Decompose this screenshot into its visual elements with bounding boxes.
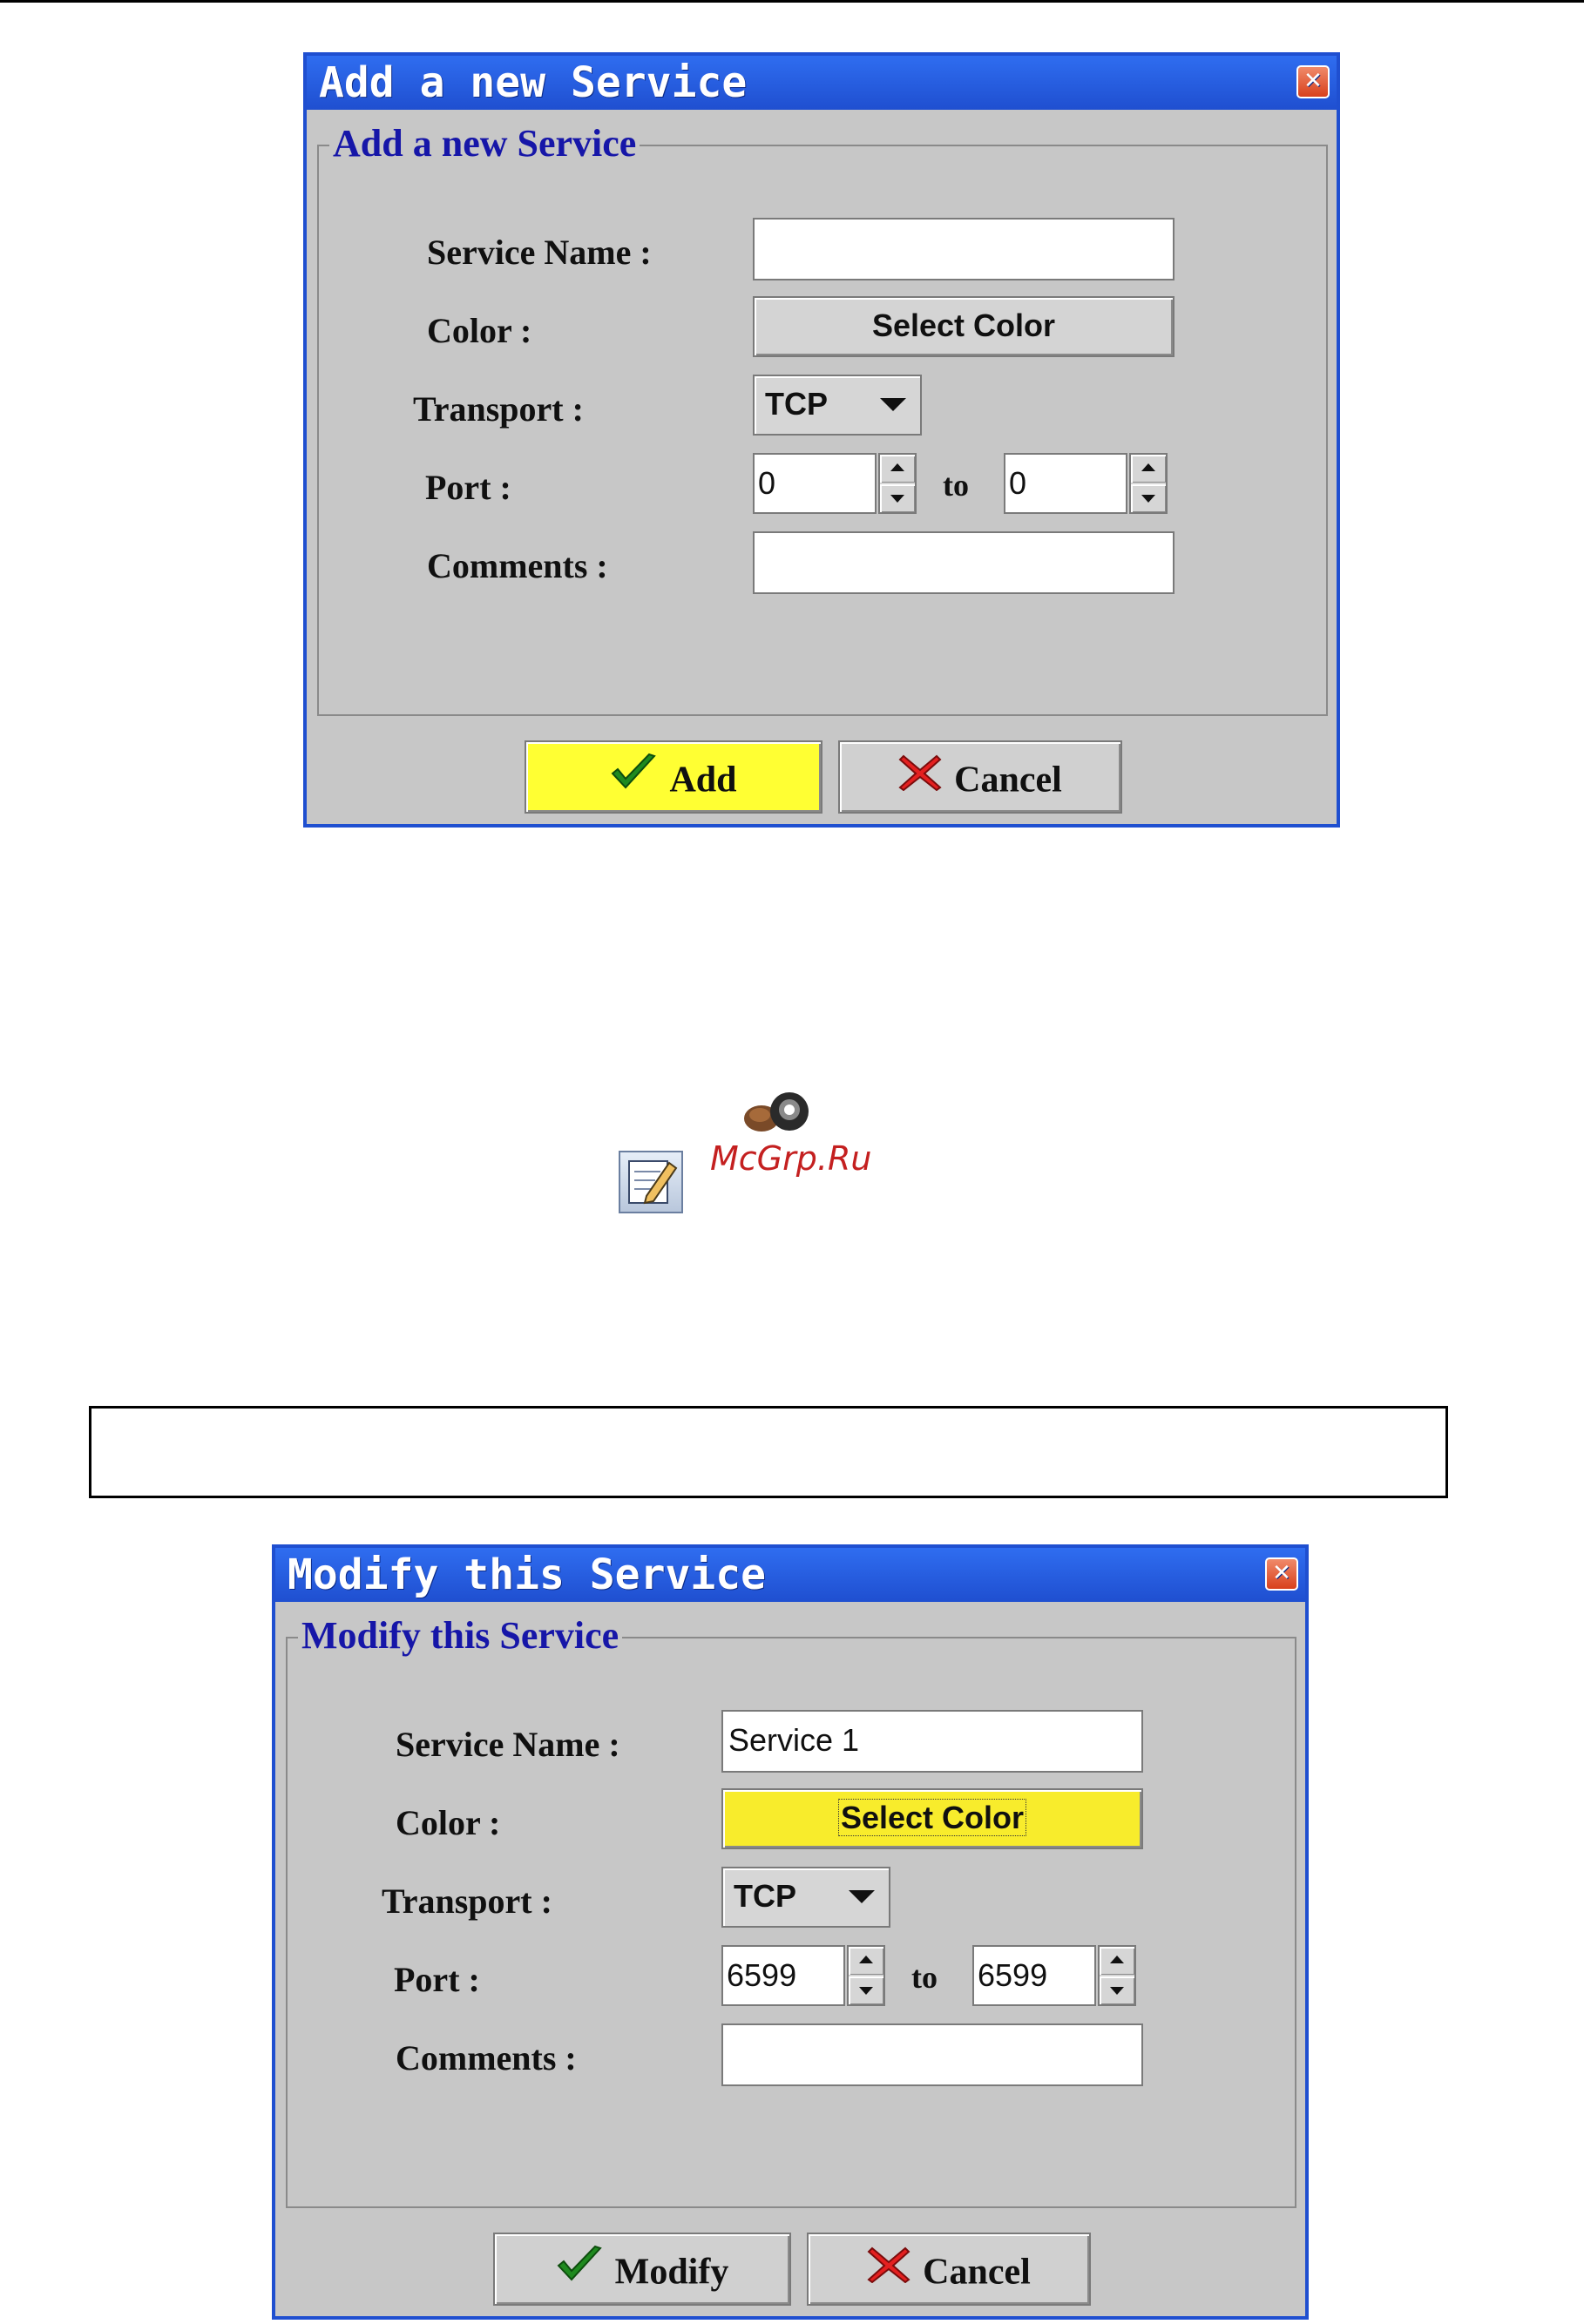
dialog-title: Add a new Service xyxy=(319,58,748,107)
color-label: Color : xyxy=(396,1803,501,1842)
group-title: Add a new Service xyxy=(329,122,640,166)
transport-value: TCP xyxy=(734,1878,796,1914)
port-to-label: to xyxy=(911,1960,938,1995)
dialog-title: Modify this Service xyxy=(288,1550,767,1599)
close-button[interactable]: ✕ xyxy=(1296,65,1330,98)
color-label: Color : xyxy=(427,311,532,350)
service-name-input[interactable]: Service 1 xyxy=(721,1710,1143,1773)
port-to-stepper[interactable] xyxy=(1098,1945,1136,2006)
port-from-input[interactable]: 0 xyxy=(753,453,877,514)
transport-value: TCP xyxy=(765,386,828,422)
comments-label: Comments : xyxy=(427,546,608,585)
port-to-input[interactable]: 6599 xyxy=(972,1945,1096,2006)
service-name-input[interactable] xyxy=(753,218,1174,280)
x-icon xyxy=(867,2237,910,2307)
close-icon: ✕ xyxy=(1272,1560,1291,1586)
transport-label: Transport : xyxy=(382,1881,552,1921)
select-color-label: Select Color xyxy=(837,1799,1027,1836)
group-title: Modify this Service xyxy=(298,1614,623,1658)
page-top-rule xyxy=(0,0,1584,3)
chevron-down-icon xyxy=(880,398,906,411)
cancel-button[interactable]: Cancel xyxy=(807,2233,1091,2306)
dialog-titlebar[interactable]: Modify this Service ✕ xyxy=(275,1548,1305,1602)
stepper-up-icon[interactable] xyxy=(1100,1947,1134,1975)
comments-input[interactable] xyxy=(753,531,1174,594)
select-color-button[interactable]: Select Color xyxy=(721,1788,1143,1849)
port-from-stepper[interactable] xyxy=(847,1945,885,2006)
comments-input[interactable] xyxy=(721,2023,1143,2086)
cancel-button[interactable]: Cancel xyxy=(838,740,1122,814)
chevron-down-icon xyxy=(849,1890,875,1903)
watermark-text: McGrp.Ru xyxy=(710,1139,872,1178)
stepper-up-icon[interactable] xyxy=(849,1947,883,1975)
cancel-button-label: Cancel xyxy=(923,2252,1031,2293)
close-button[interactable]: ✕ xyxy=(1265,1557,1298,1591)
x-icon xyxy=(898,745,942,814)
edit-note-icon xyxy=(619,1151,683,1213)
transport-label: Transport : xyxy=(413,389,584,429)
cancel-button-label: Cancel xyxy=(954,760,1062,801)
stepper-down-icon[interactable] xyxy=(1131,484,1166,512)
port-from-stepper[interactable] xyxy=(878,453,917,514)
stepper-down-icon[interactable] xyxy=(849,1976,883,2004)
service-name-label: Service Name : xyxy=(427,233,652,272)
modify-button[interactable]: Modify xyxy=(493,2233,791,2306)
empty-caption-box xyxy=(89,1406,1448,1498)
checkmark-icon xyxy=(556,2237,603,2307)
comments-label: Comments : xyxy=(396,2038,577,2077)
stepper-up-icon[interactable] xyxy=(1131,455,1166,483)
select-color-button[interactable]: Select Color xyxy=(753,296,1174,357)
add-button[interactable]: Add xyxy=(525,740,822,814)
port-label: Port : xyxy=(425,468,511,507)
add-service-dialog: Add a new Service ✕ Add a new Service Se… xyxy=(303,52,1340,828)
checkmark-icon xyxy=(610,745,657,814)
stepper-down-icon[interactable] xyxy=(1100,1976,1134,2004)
modify-button-label: Modify xyxy=(614,2252,729,2293)
modify-service-dialog: Modify this Service ✕ Modify this Servic… xyxy=(272,1544,1309,2320)
port-from-input[interactable]: 6599 xyxy=(721,1945,845,2006)
dialog-titlebar[interactable]: Add a new Service ✕ xyxy=(307,56,1337,110)
port-to-input[interactable]: 0 xyxy=(1004,453,1127,514)
transport-select[interactable]: TCP xyxy=(753,375,922,436)
service-name-label: Service Name : xyxy=(396,1725,620,1764)
close-icon: ✕ xyxy=(1303,68,1323,94)
stepper-up-icon[interactable] xyxy=(880,455,915,483)
port-to-label: to xyxy=(943,468,969,503)
port-to-stepper[interactable] xyxy=(1129,453,1168,514)
add-button-label: Add xyxy=(669,760,737,801)
port-label: Port : xyxy=(394,1960,480,1999)
transport-select[interactable]: TCP xyxy=(721,1867,890,1928)
coffee-logo-icon xyxy=(744,1092,809,1132)
stepper-down-icon[interactable] xyxy=(880,484,915,512)
